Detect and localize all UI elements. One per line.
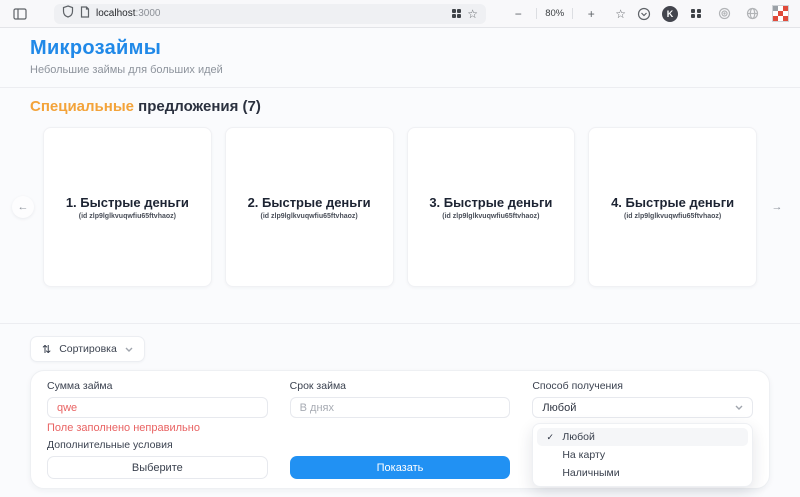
method-select[interactable]: Любой <box>532 397 753 418</box>
show-button[interactable]: Показать <box>289 456 511 479</box>
dropdown-option-any[interactable]: ✓ Любой <box>537 428 748 446</box>
extra-conditions-field: Дополнительные условия Выберите <box>47 440 268 479</box>
offer-card-id: (id zlp9lglkvuqwfiu65ftvhaoz) <box>624 212 722 220</box>
sort-button-label: Сортировка <box>59 343 117 355</box>
dropdown-option-cash[interactable]: Наличными <box>537 464 748 482</box>
carousel-prev-button[interactable]: ← <box>12 196 34 218</box>
chevron-down-icon <box>125 347 133 352</box>
mosaic-extension-icon[interactable] <box>770 4 790 24</box>
carousel-next-button[interactable]: → <box>766 196 788 218</box>
dropdown-option-label: На карту <box>562 449 606 461</box>
offer-card-title: 2. Быстрые деньги <box>247 194 371 210</box>
offer-card-id: (id zlp9lglkvuqwfiu65ftvhaoz) <box>260 212 358 220</box>
sort-button[interactable]: ⇅ Сортировка <box>30 336 145 362</box>
dropdown-option-label: Наличными <box>562 467 620 479</box>
page-content: Микрозаймы Небольшие займы для больших и… <box>0 28 800 497</box>
offer-card-title: 1. Быстрые деньги <box>65 194 189 210</box>
offers-heading: Специальные предложения (7) <box>30 99 800 114</box>
offer-cards: 1. Быстрые деньги (id zlp9lglkvuqwfiu65f… <box>43 127 757 287</box>
filter-panel: Сумма займа Поле заполнено неправильно С… <box>30 370 770 489</box>
address-bar[interactable]: localhost:3000 ☆ <box>54 3 486 24</box>
sidebar-toggle-icon[interactable] <box>10 4 30 24</box>
amount-field: Сумма займа Поле заполнено неправильно <box>47 381 268 434</box>
amount-error: Поле заполнено неправильно <box>47 422 200 434</box>
term-label: Срок займа <box>289 380 347 392</box>
offer-card[interactable]: 2. Быстрые деньги (id zlp9lglkvuqwfiu65f… <box>224 127 394 287</box>
offer-card-id: (id zlp9lglkvuqwfiu65ftvhaoz) <box>78 212 176 220</box>
page-icon[interactable] <box>80 5 90 23</box>
filter-grid: Сумма займа Поле заполнено неправильно С… <box>47 380 753 487</box>
offers-heading-rest: предложения (7) <box>138 98 261 115</box>
chevron-down-icon <box>735 405 743 410</box>
shield-icon[interactable] <box>62 4 74 23</box>
offer-card[interactable]: 4. Быстрые деньги (id zlp9lglkvuqwfiu65f… <box>588 127 757 287</box>
toolbar-separator <box>536 8 538 19</box>
check-icon: ✓ <box>546 431 555 442</box>
offer-card[interactable]: 1. Быстрые деньги (id zlp9lglkvuqwfiu65f… <box>43 127 212 287</box>
dropdown-option-card[interactable]: На карту <box>537 446 748 464</box>
offer-card-id: (id zlp9lglkvuqwfiu65ftvhaoz) <box>442 212 540 220</box>
url-text: localhost:3000 <box>96 8 161 19</box>
special-offers-section: Специальные предложения (7) ← 1. Быстрые… <box>0 88 800 324</box>
method-label: Способ получения <box>532 380 623 392</box>
page-title: Микрозаймы <box>30 37 162 59</box>
term-input[interactable] <box>289 397 511 418</box>
zoom-in-button[interactable]: + <box>581 4 601 24</box>
amount-label: Сумма займа <box>47 380 113 392</box>
offer-card[interactable]: 3. Быстрые деньги (id zlp9lglkvuqwfiu65f… <box>406 127 576 287</box>
zoom-out-button[interactable]: − <box>508 4 528 24</box>
browser-toolbar: localhost:3000 ☆ − 80% + ☆ K <box>0 0 800 28</box>
filters-section: ⇅ Сортировка Сумма займа Поле заполнено … <box>0 324 800 489</box>
url-port: :3000 <box>135 8 161 19</box>
offer-card-title: 4. Быстрые деньги <box>611 194 735 210</box>
sort-arrows-icon: ⇅ <box>42 343 52 356</box>
kagi-icon[interactable]: K <box>662 5 678 22</box>
offer-card-title: 3. Быстрые деньги <box>429 194 553 210</box>
page-header: Микрозаймы Небольшие займы для больших и… <box>0 28 800 88</box>
offers-heading-accent: Специальные <box>30 98 134 115</box>
toolbar-separator <box>572 8 574 19</box>
offers-carousel: ← 1. Быстрые деньги (id zlp9lglkvuqwfiu6… <box>0 127 800 287</box>
page-subtitle: Небольшие займы для больших идей <box>30 64 223 76</box>
dropdown-option-label: Любой <box>562 431 595 443</box>
extensions-grid-icon[interactable] <box>686 4 706 24</box>
url-host: localhost <box>96 8 136 19</box>
choose-button[interactable]: Выберите <box>47 456 268 479</box>
save-star-icon[interactable]: ☆ <box>615 7 626 21</box>
apps-grid-icon[interactable] <box>451 8 462 19</box>
bookmark-star-icon[interactable]: ☆ <box>467 7 478 21</box>
method-select-value: Любой <box>542 401 577 414</box>
fingerprint-icon[interactable] <box>714 4 734 24</box>
pocket-icon[interactable] <box>634 4 654 24</box>
term-field: Срок займа <box>289 380 511 434</box>
zoom-level-button[interactable]: 80% <box>545 8 564 19</box>
toolbar-right-cluster: − 80% + ☆ K <box>508 4 790 24</box>
amount-input[interactable] <box>47 397 268 418</box>
method-field: Способ получения Любой ✓ Любой На карту … <box>532 380 753 487</box>
method-dropdown: ✓ Любой На карту Наличными <box>532 423 753 487</box>
globe-icon[interactable] <box>742 4 762 24</box>
extra-conditions-label: Дополнительные условия <box>47 439 173 451</box>
browser-window: localhost:3000 ☆ − 80% + ☆ K Микрозаймы … <box>0 0 800 497</box>
show-field: Показать <box>289 440 511 479</box>
